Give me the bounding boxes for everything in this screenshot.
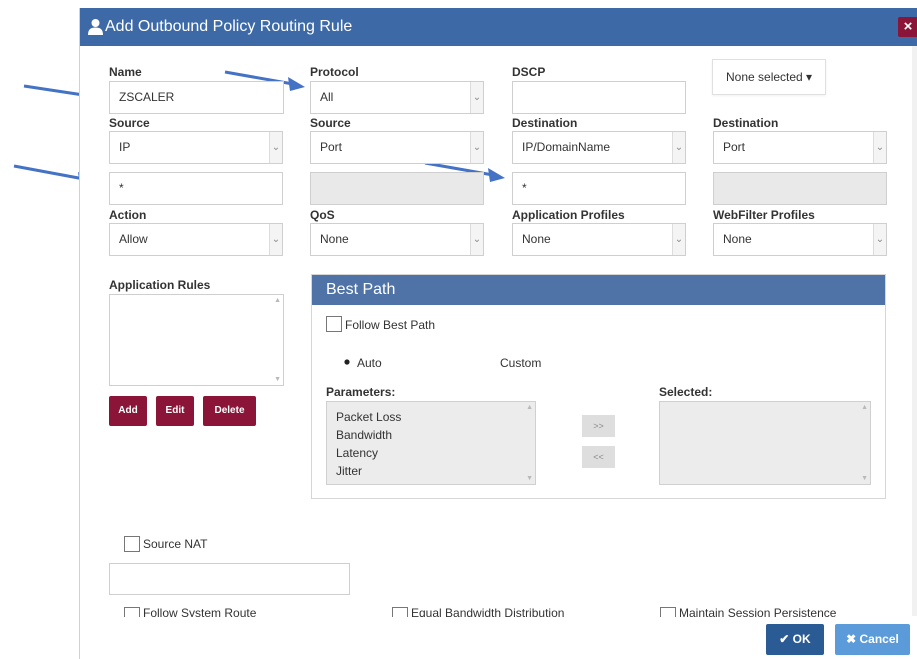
scroll-down-icon[interactable]: ▼ [274,376,281,383]
multiselect-button[interactable]: None selected ▾ [712,59,826,95]
destination-port-input[interactable] [713,172,887,205]
source-type-select[interactable]: IP ⌄ [109,131,283,164]
cancel-button[interactable]: ✖ Cancel [835,624,910,655]
equal-bandwidth-checkbox[interactable] [392,607,408,617]
chevron-down-icon: ⌄ [269,224,282,255]
source-port-input[interactable] [310,172,484,205]
chevron-down-icon: ⌄ [873,224,886,255]
source-type-label: Source [109,116,150,130]
destination-type-label: Destination [512,116,578,130]
name-input[interactable]: ZSCALER [109,81,284,114]
chevron-down-icon: ⌄ [269,132,282,163]
list-item[interactable]: Latency [336,446,378,460]
chevron-down-icon: ⌄ [672,132,685,163]
dialog-scrollbar[interactable] [912,46,917,616]
application-profiles-label: Application Profiles [512,208,625,222]
source-port-type-value: Port [320,140,343,154]
action-select[interactable]: Allow ⌄ [109,223,283,256]
application-profiles-select[interactable]: None ⌄ [512,223,686,256]
webfilter-profiles-value: None [723,232,752,246]
chevron-down-icon: ⌄ [470,224,483,255]
auto-radio[interactable] [342,357,352,367]
list-item[interactable]: Packet Loss [336,410,401,424]
protocol-label: Protocol [310,65,359,79]
add-rule-button[interactable]: Add [109,396,147,426]
chevron-down-icon: ⌄ [672,224,685,255]
equal-bandwidth-label: Equal Bandwidth Distribution [411,606,565,617]
dscp-label: DSCP [512,65,546,79]
dialog-titlebar: Add Outbound Policy Routing Rule × [80,8,917,46]
dscp-input[interactable] [512,81,686,114]
selected-list[interactable]: ▲ ▼ [659,401,871,485]
maintain-session-checkbox[interactable] [660,607,676,617]
qos-label: QoS [310,208,335,222]
application-rules-label: Application Rules [109,278,211,292]
list-item[interactable]: Jitter [336,464,362,478]
application-profiles-value: None [522,232,551,246]
webfilter-profiles-select[interactable]: None ⌄ [713,223,887,256]
follow-best-path-checkbox[interactable] [326,316,342,332]
scroll-down-icon[interactable]: ▼ [861,475,868,482]
source-port-select[interactable]: Port ⌄ [310,131,484,164]
scroll-down-icon[interactable]: ▼ [526,475,533,482]
follow-system-route-label: Follow System Route [143,606,257,617]
protocol-value: All [320,90,334,104]
user-icon [88,19,103,35]
chevron-down-icon: ⌄ [470,82,483,113]
name-label: Name [109,65,142,79]
auto-label: Auto [357,356,382,370]
destination-port-label: Destination [713,116,779,130]
parameters-list[interactable]: Packet Loss Bandwidth Latency Jitter ▲ ▼ [326,401,536,485]
chevron-down-icon: ⌄ [470,132,483,163]
source-nat-label: Source NAT [143,537,208,551]
dialog-title: Add Outbound Policy Routing Rule [105,18,353,35]
maintain-session-label: Maintain Session Persistence [679,606,837,617]
destination-port-select[interactable]: Port ⌄ [713,131,887,164]
delete-rule-button[interactable]: Delete [203,396,256,426]
protocol-select[interactable]: All ⌄ [310,81,484,114]
destination-port-type-value: Port [723,140,746,154]
scroll-up-icon[interactable]: ▲ [526,404,533,411]
parameters-label: Parameters: [326,385,396,399]
best-path-panel: Best Path Follow Best Path Auto Custom P… [311,274,886,499]
close-button[interactable]: × [898,17,917,37]
scroll-up-icon[interactable]: ▲ [861,404,868,411]
webfilter-profiles-label: WebFilter Profiles [713,208,815,222]
chevron-down-icon: ⌄ [873,132,886,163]
source-type-value: IP [119,140,131,154]
ok-button[interactable]: ✔ OK [766,624,824,655]
remove-parameter-button[interactable]: << [582,446,615,468]
destination-ip-input[interactable]: * [512,172,686,205]
edit-rule-button[interactable]: Edit [156,396,194,426]
follow-best-path-label: Follow Best Path [345,318,436,332]
action-value: Allow [119,232,148,246]
scroll-up-icon[interactable]: ▲ [274,297,281,304]
source-nat-input[interactable] [109,563,350,595]
follow-system-route-checkbox[interactable] [124,607,140,617]
source-port-label: Source [310,116,351,130]
qos-select[interactable]: None ⌄ [310,223,484,256]
list-item[interactable]: Bandwidth [336,428,392,442]
selected-label: Selected: [659,385,713,399]
destination-type-value: IP/DomainName [522,140,611,154]
best-path-header: Best Path [312,275,885,305]
destination-type-select[interactable]: IP/DomainName ⌄ [512,131,686,164]
application-rules-list[interactable]: ▲ ▼ [109,294,284,386]
custom-label[interactable]: Custom [500,356,541,370]
source-ip-input[interactable]: * [109,172,283,205]
qos-value: None [320,232,349,246]
options-row: Follow System Route Equal Bandwidth Dist… [109,605,909,617]
add-outbound-policy-dialog: Add Outbound Policy Routing Rule × Name … [79,8,917,659]
add-parameter-button[interactable]: >> [582,415,615,437]
source-nat-checkbox[interactable] [124,536,140,552]
action-label: Action [109,208,147,222]
